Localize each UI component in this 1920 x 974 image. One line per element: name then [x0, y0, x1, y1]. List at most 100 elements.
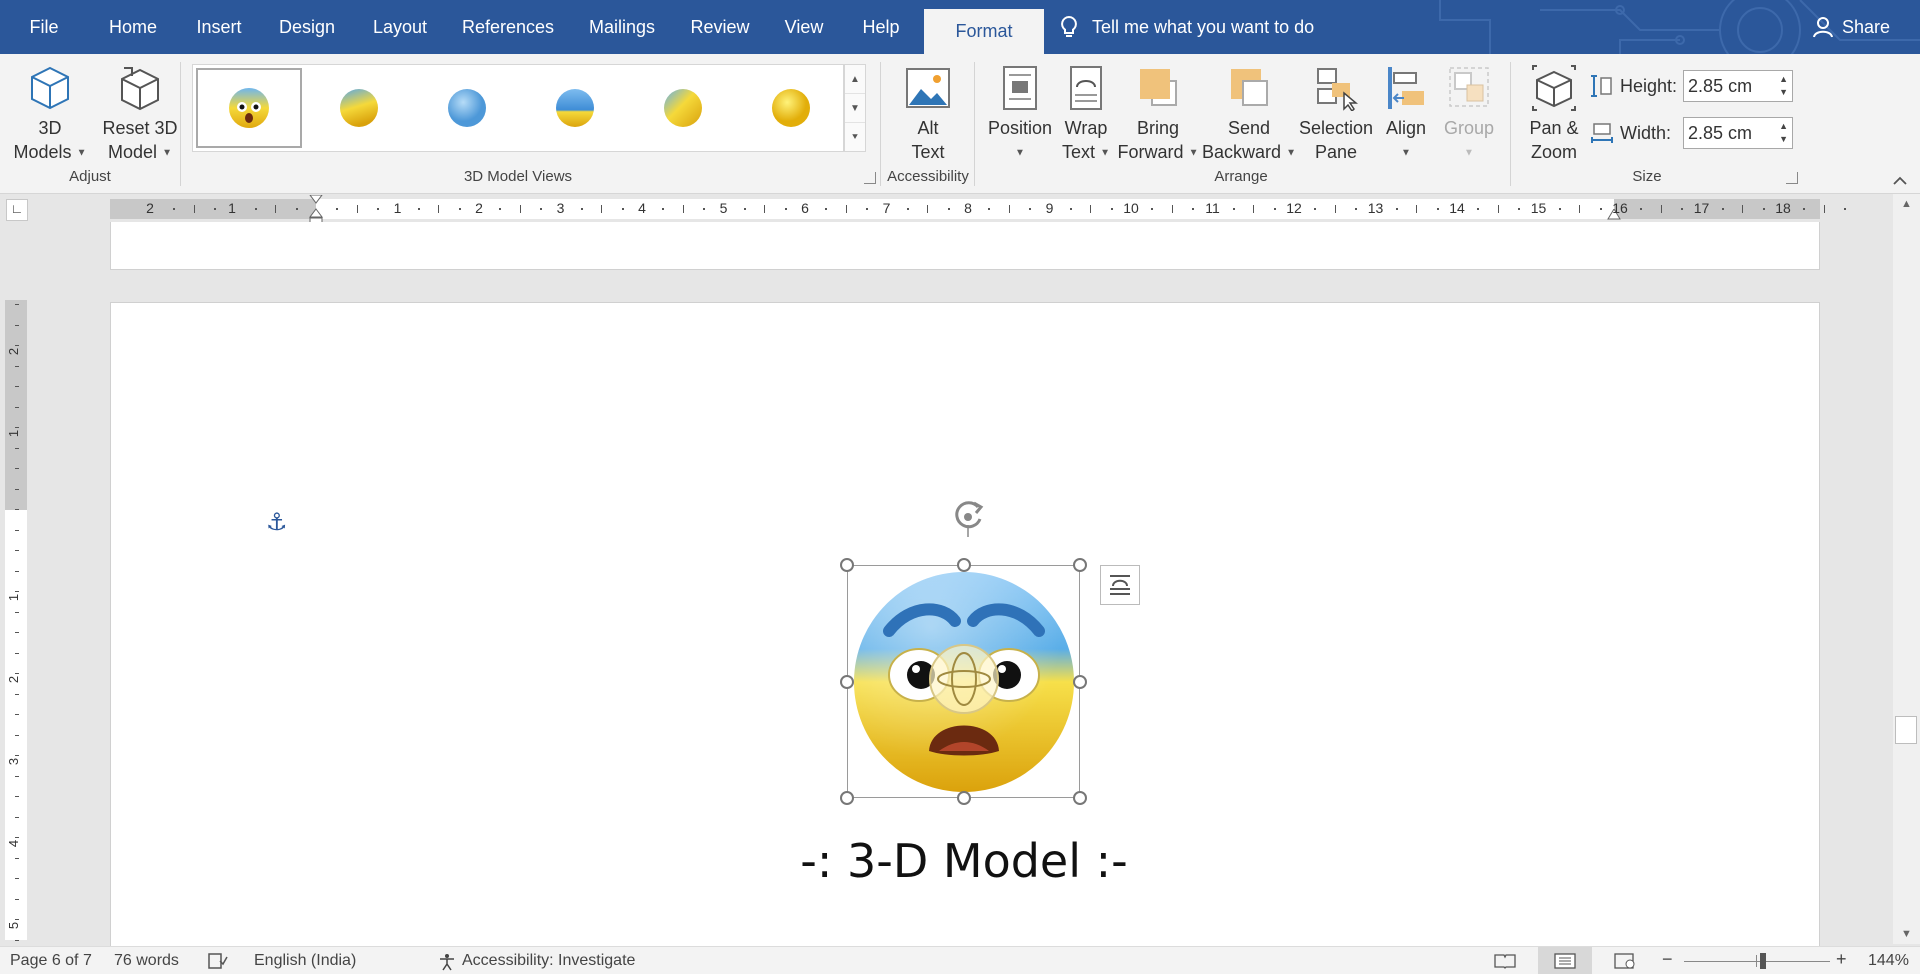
zoom-in-icon[interactable]: +	[1836, 949, 1847, 970]
view-option-6[interactable]	[738, 68, 844, 148]
scroll-up-icon[interactable]: ▲	[1893, 194, 1920, 214]
zoom-slider-thumb[interactable]	[1760, 953, 1766, 969]
zoom-slider[interactable]	[1684, 961, 1830, 962]
ruler-number: 9	[1045, 200, 1054, 216]
resize-handle-w[interactable]	[840, 675, 854, 689]
tab-selector[interactable]: ∟	[6, 199, 28, 221]
ruler-tick	[1579, 205, 1581, 213]
resize-handle-n[interactable]	[957, 558, 971, 572]
ruler-tick	[295, 208, 298, 210]
zoom-out-icon[interactable]: −	[1662, 949, 1673, 970]
view-option-3[interactable]	[414, 68, 520, 148]
reset-line2: Model	[108, 142, 158, 162]
dialog-launcher-icon[interactable]	[1786, 172, 1798, 184]
tab-format[interactable]: Format	[924, 9, 1044, 54]
tab-help[interactable]: Help	[852, 0, 910, 54]
share-button[interactable]: Share	[1812, 0, 1890, 54]
view-option-2[interactable]	[306, 68, 412, 148]
tab-references[interactable]: References	[456, 0, 560, 54]
gallery-scroll-up-icon[interactable]: ▲	[845, 65, 865, 94]
read-mode-icon[interactable]	[1494, 953, 1516, 969]
align-button[interactable]: Align ▼	[1378, 60, 1434, 165]
height-stepper[interactable]: 2.85 cm ▲ ▼	[1683, 70, 1794, 102]
ruler-tick	[15, 775, 19, 777]
send-backward-button[interactable]: Send Backward ▼	[1200, 60, 1298, 165]
tell-me-search[interactable]: Tell me what you want to do	[1060, 0, 1314, 54]
wrap-text-button[interactable]: Wrap Text ▼	[1058, 60, 1114, 165]
view-option-4[interactable]	[522, 68, 628, 148]
print-layout-icon[interactable]	[1554, 953, 1576, 969]
resize-handle-se[interactable]	[1073, 791, 1087, 805]
stepper-up-icon[interactable]: ▲	[1779, 120, 1788, 133]
vertical-ruler[interactable]: 2 1 1 2 3 4 5	[5, 300, 27, 941]
tab-view[interactable]: View	[776, 0, 832, 54]
ruler-tick	[15, 365, 19, 367]
scroll-thumb[interactable]	[1895, 716, 1917, 744]
tab-home[interactable]: Home	[100, 0, 166, 54]
dialog-launcher-icon[interactable]	[864, 172, 876, 184]
scared-face-3d-model[interactable]	[851, 569, 1078, 796]
resize-handle-s[interactable]	[957, 791, 971, 805]
view-option-1[interactable]	[196, 68, 302, 148]
resize-handle-e[interactable]	[1073, 675, 1087, 689]
ruler-number: 16	[1612, 200, 1628, 216]
gallery-scroll-down-icon[interactable]: ▼	[845, 94, 865, 123]
horizontal-ruler[interactable]: 2 1 1 2 3 4 5 6 7 8 9 10 11 12 13 14 15 16 17 18	[110, 195, 1847, 226]
stepper-up-icon[interactable]: ▲	[1779, 73, 1788, 86]
vertical-scrollbar[interactable]: ▲ ▼	[1893, 194, 1920, 944]
scroll-down-icon[interactable]: ▼	[1893, 924, 1920, 944]
group-button[interactable]: Group ▼	[1438, 60, 1500, 165]
accessibility-status[interactable]: Accessibility: Investigate	[462, 952, 635, 970]
resize-handle-nw[interactable]	[840, 558, 854, 572]
gallery-more-icon[interactable]: ⯆	[845, 123, 865, 152]
zoom-level[interactable]: 144%	[1868, 952, 1909, 970]
document-heading[interactable]: -: 3-D Model :-	[700, 834, 1228, 888]
ruler-tick	[580, 208, 583, 210]
ruler-number: 4	[6, 839, 22, 848]
ruler-tick	[1844, 208, 1847, 210]
tab-file[interactable]: File	[16, 0, 72, 54]
ruler-tick	[254, 208, 257, 210]
gallery-scrollbar[interactable]: ▲ ▼ ⯆	[844, 64, 866, 152]
alt-text-button[interactable]: Alt Text	[886, 60, 970, 164]
page-count[interactable]: Page 6 of 7	[10, 952, 92, 970]
tab-mailings[interactable]: Mailings	[580, 0, 664, 54]
collapse-ribbon-icon[interactable]	[1892, 174, 1908, 186]
ruler-top-margin	[5, 300, 27, 510]
ruler-tick	[845, 205, 847, 213]
ruler-tick	[866, 208, 869, 210]
proofing-icon[interactable]	[208, 953, 228, 969]
rotate-handle-icon[interactable]	[948, 497, 988, 537]
3d-models-button[interactable]: 3D Models ▼	[10, 60, 90, 165]
ruler-tick	[1416, 205, 1418, 213]
language[interactable]: English (India)	[254, 952, 356, 970]
tab-layout[interactable]: Layout	[362, 0, 438, 54]
3d-model-selection[interactable]	[840, 558, 1087, 805]
position-button[interactable]: Position ▼	[984, 60, 1056, 165]
ruler-tick	[15, 550, 19, 551]
stepper-down-icon[interactable]: ▼	[1779, 133, 1788, 146]
ruler-tick	[1721, 208, 1724, 210]
view-option-5[interactable]	[630, 68, 736, 148]
ruler-tick	[15, 591, 19, 592]
ruler-tick	[1110, 208, 1113, 210]
previous-page-bottom	[110, 222, 1820, 270]
selection-pane-button[interactable]: Selection Pane	[1296, 60, 1376, 164]
word-count[interactable]: 76 words	[114, 952, 179, 970]
resize-handle-sw[interactable]	[840, 791, 854, 805]
bring-forward-button[interactable]: Bring Forward ▼	[1116, 60, 1200, 165]
tab-review[interactable]: Review	[684, 0, 756, 54]
tab-design[interactable]: Design	[270, 0, 344, 54]
web-layout-icon[interactable]	[1614, 953, 1636, 969]
anchor-icon[interactable]: ⚓	[266, 508, 288, 537]
wrap-line1: Wrap	[1064, 118, 1108, 138]
width-stepper[interactable]: 2.85 cm ▲ ▼	[1683, 117, 1794, 149]
ruler-tick	[784, 208, 787, 210]
tab-insert[interactable]: Insert	[186, 0, 252, 54]
resize-handle-ne[interactable]	[1073, 558, 1087, 572]
stepper-down-icon[interactable]: ▼	[1779, 86, 1788, 99]
reset-3d-model-button[interactable]: Reset 3D Model ▼	[90, 60, 190, 165]
pan-zoom-button[interactable]: Pan & Zoom	[1518, 60, 1590, 164]
layout-options-button[interactable]	[1100, 565, 1140, 605]
ruler-tick	[15, 406, 19, 408]
